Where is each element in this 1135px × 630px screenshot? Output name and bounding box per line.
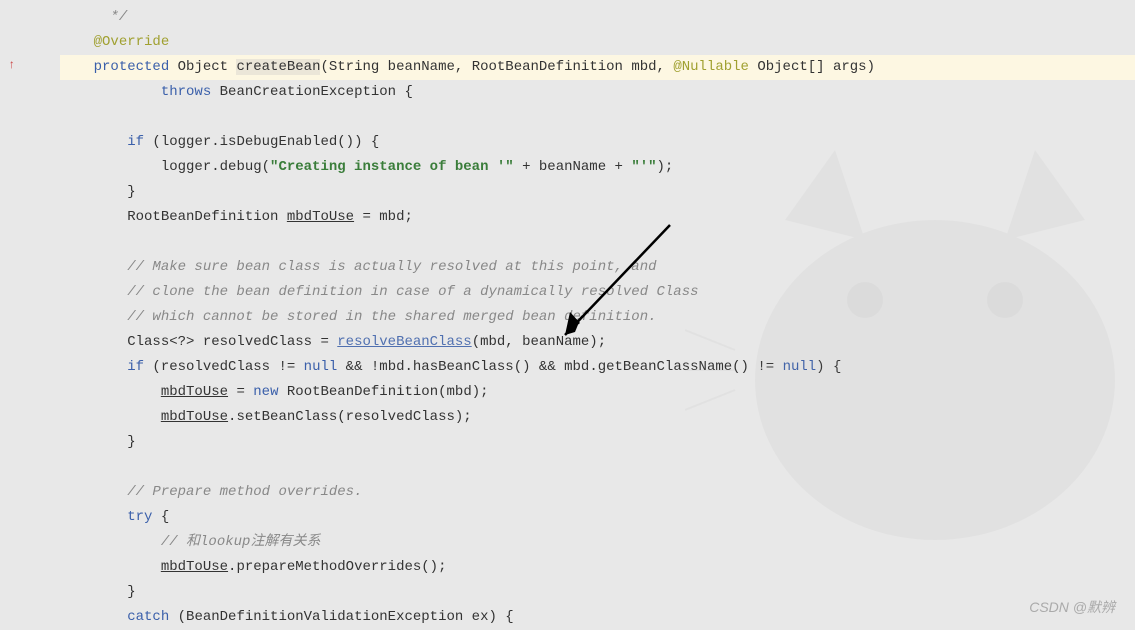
code-line[interactable]: if (resolvedClass != null && !mbd.hasBea… xyxy=(60,355,1135,380)
code-line[interactable]: } xyxy=(60,580,1135,605)
keyword: null xyxy=(783,359,817,375)
code-text: (mbd, beanName); xyxy=(472,334,606,350)
code-text: RootBeanDefinition xyxy=(127,209,287,225)
code-area[interactable]: */ @Override protected Object createBean… xyxy=(60,0,1135,625)
string-literal: "'" xyxy=(631,159,656,175)
code-text: (BeanDefinitionValidationException ex) { xyxy=(169,609,513,625)
brace: } xyxy=(127,184,135,200)
comment-text: // 和lookup注解有关系 xyxy=(161,534,321,550)
comment-text: */ xyxy=(110,9,127,25)
code-text: (resolvedClass != xyxy=(144,359,304,375)
code-line[interactable]: // Make sure bean class is actually reso… xyxy=(60,255,1135,280)
code-line[interactable]: @Override xyxy=(60,30,1135,55)
gutter: ↑ xyxy=(0,0,60,625)
code-line[interactable]: mbdToUse.prepareMethodOverrides(); xyxy=(60,555,1135,580)
keyword: null xyxy=(304,359,338,375)
annotation-text: @Override xyxy=(94,34,170,50)
code-line[interactable]: if (logger.isDebugEnabled()) { xyxy=(60,130,1135,155)
code-text: BeanCreationException { xyxy=(211,84,413,100)
comment-text: // Prepare method overrides. xyxy=(127,484,362,500)
code-text: = mbd; xyxy=(354,209,413,225)
code-line[interactable]: throws BeanCreationException { xyxy=(60,80,1135,105)
code-text: .prepareMethodOverrides(); xyxy=(228,559,446,575)
code-line[interactable]: try { xyxy=(60,505,1135,530)
keyword: if xyxy=(127,134,144,150)
code-text: + beanName + xyxy=(514,159,632,175)
code-line-empty[interactable] xyxy=(60,455,1135,480)
code-line[interactable]: // clone the bean definition in case of … xyxy=(60,280,1135,305)
code-text: .setBeanClass(resolvedClass); xyxy=(228,409,472,425)
gutter-change-marker[interactable]: ↑ xyxy=(8,58,15,72)
keyword: protected xyxy=(94,59,170,75)
code-line[interactable]: */ xyxy=(60,5,1135,30)
method-name: createBean xyxy=(236,59,320,75)
comment-text: // Make sure bean class is actually reso… xyxy=(127,259,656,275)
brace: } xyxy=(127,434,135,450)
code-line[interactable]: // which cannot be stored in the shared … xyxy=(60,305,1135,330)
code-text: (String beanName, RootBeanDefinition mbd… xyxy=(320,59,673,75)
keyword: if xyxy=(127,359,144,375)
method-link[interactable]: resolveBeanClass xyxy=(337,334,471,350)
brace: } xyxy=(127,584,135,600)
editor-container: ↑ */ @Override protected Object createBe… xyxy=(0,0,1135,625)
code-line-empty[interactable] xyxy=(60,230,1135,255)
code-text: Object xyxy=(178,59,237,75)
code-line[interactable]: mbdToUse = new RootBeanDefinition(mbd); xyxy=(60,380,1135,405)
code-text: && !mbd.hasBeanClass() && mbd.getBeanCla… xyxy=(337,359,782,375)
code-line[interactable]: mbdToUse.setBeanClass(resolvedClass); xyxy=(60,405,1135,430)
code-text: (logger.isDebugEnabled()) { xyxy=(144,134,379,150)
keyword: try xyxy=(127,509,152,525)
code-line[interactable]: RootBeanDefinition mbdToUse = mbd; xyxy=(60,205,1135,230)
variable: mbdToUse xyxy=(161,384,228,400)
code-line[interactable]: catch (BeanDefinitionValidationException… xyxy=(60,605,1135,630)
code-line[interactable]: } xyxy=(60,430,1135,455)
keyword: new xyxy=(253,384,278,400)
code-line[interactable]: } xyxy=(60,180,1135,205)
string-literal: "Creating instance of bean '" xyxy=(270,159,514,175)
keyword: throws xyxy=(161,84,211,100)
comment-text: // which cannot be stored in the shared … xyxy=(127,309,656,325)
code-line-highlighted[interactable]: protected Object createBean(String beanN… xyxy=(60,55,1135,80)
variable: mbdToUse xyxy=(287,209,354,225)
code-line[interactable]: logger.debug("Creating instance of bean … xyxy=(60,155,1135,180)
annotation-text: @Nullable xyxy=(673,59,749,75)
code-text: ) { xyxy=(816,359,841,375)
code-text: Class<?> resolvedClass = xyxy=(127,334,337,350)
code-text: RootBeanDefinition(mbd); xyxy=(278,384,488,400)
code-text: logger.debug( xyxy=(161,159,270,175)
code-line-empty[interactable] xyxy=(60,105,1135,130)
keyword: catch xyxy=(127,609,169,625)
code-line[interactable]: // Prepare method overrides. xyxy=(60,480,1135,505)
code-line[interactable]: Class<?> resolvedClass = resolveBeanClas… xyxy=(60,330,1135,355)
code-line[interactable]: // 和lookup注解有关系 xyxy=(60,530,1135,555)
watermark: CSDN @默辨 xyxy=(1029,597,1115,617)
variable: mbdToUse xyxy=(161,409,228,425)
variable: mbdToUse xyxy=(161,559,228,575)
comment-text: // clone the bean definition in case of … xyxy=(127,284,698,300)
code-text: = xyxy=(228,384,253,400)
code-text: ); xyxy=(657,159,674,175)
code-text: Object[] args) xyxy=(749,59,875,75)
code-text: { xyxy=(152,509,169,525)
